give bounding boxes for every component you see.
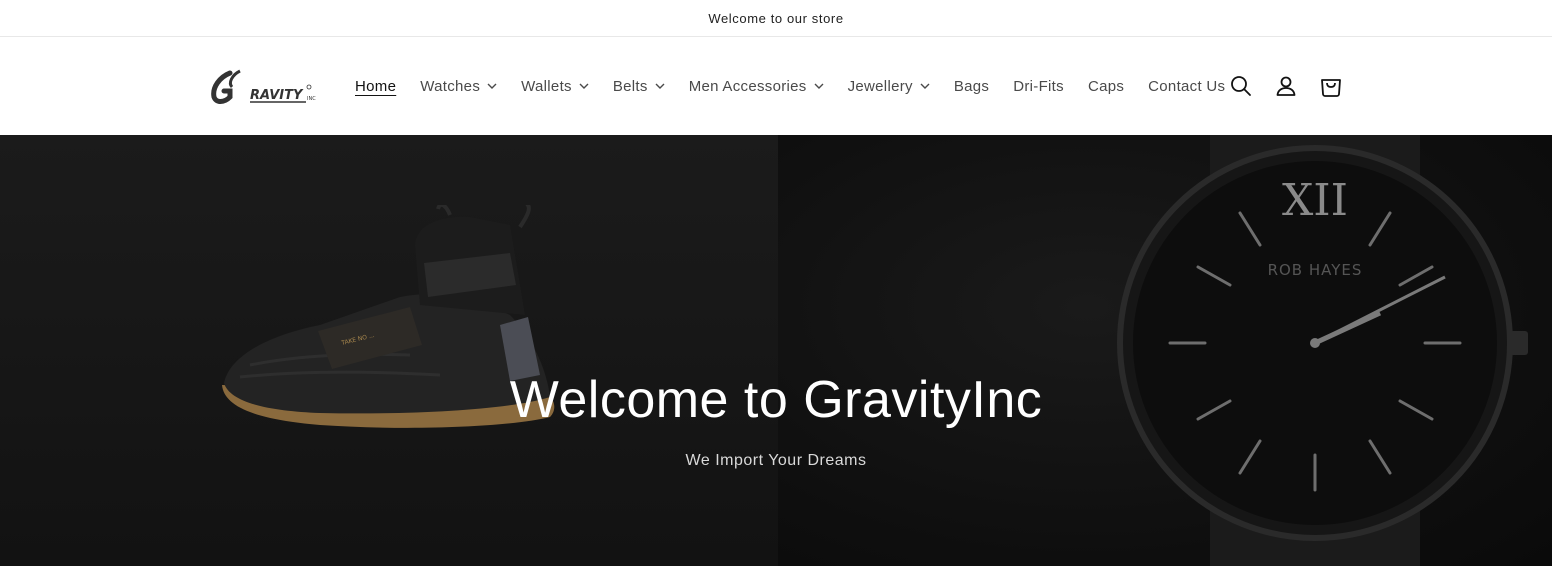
chevron-down-icon [814,81,824,91]
watch-numeral-text: XII [1282,175,1348,226]
site-header: RAVITY INC Home Watches Wallets Belts Me… [0,37,1552,135]
nav-item-watches[interactable]: Watches [420,78,497,95]
announcement-bar: Welcome to our store [0,0,1552,37]
nav-item-label: Jewellery [847,77,913,95]
watch-image: XII ROB HAYES [1117,135,1528,566]
cart-icon[interactable] [1316,71,1346,101]
nav-item-belts[interactable]: Belts [613,78,665,95]
chevron-down-icon [655,81,665,91]
chevron-down-icon [487,81,497,91]
announcement-text: Welcome to our store [708,10,844,26]
nav-item-label: Contact Us [1148,77,1226,95]
nav-item-dri-fits[interactable]: Dri-Fits [1013,78,1064,95]
nav-item-men-accessories[interactable]: Men Accessories [689,78,824,95]
hero-banner: TAKE NO ... XII ROB HAYES Welcome to Gra… [0,135,1552,566]
nav-item-label: Caps [1087,77,1125,95]
nav-item-home[interactable]: Home [355,78,396,95]
svg-text:INC: INC [307,96,316,102]
nav-item-label: Dri-Fits [1013,77,1064,95]
nav-item-label: Men Accessories [688,77,807,95]
search-icon[interactable] [1226,71,1256,101]
site-logo[interactable]: RAVITY INC [210,63,320,109]
watch-brand-text: ROB HAYES [1268,261,1363,279]
nav-item-caps[interactable]: Caps [1088,78,1124,95]
svg-text:RAVITY: RAVITY [250,88,304,103]
chevron-down-icon [579,81,589,91]
nav-item-bags[interactable]: Bags [954,78,989,95]
nav-item-label: Watches [420,77,481,95]
nav-item-label: Belts [612,77,648,95]
main-nav: Home Watches Wallets Belts Men Accessori… [355,78,1249,95]
hero-title: Welcome to GravityInc [509,371,1043,429]
hero-subtitle: We Import Your Dreams [685,452,867,469]
nav-item-label: Home [355,77,397,95]
account-icon[interactable] [1271,71,1301,101]
nav-item-label: Bags [953,77,990,95]
header-icons [1226,37,1361,135]
nav-item-contact-us[interactable]: Contact Us [1148,78,1225,95]
gravity-logo-icon: RAVITY INC [211,69,316,104]
nav-item-label: Wallets [521,77,572,95]
chevron-down-icon [920,81,930,91]
nav-item-jewellery[interactable]: Jewellery [848,78,930,95]
hero-text-block: Welcome to GravityInc We Import Your Dre… [0,370,1552,470]
nav-item-wallets[interactable]: Wallets [521,78,589,95]
